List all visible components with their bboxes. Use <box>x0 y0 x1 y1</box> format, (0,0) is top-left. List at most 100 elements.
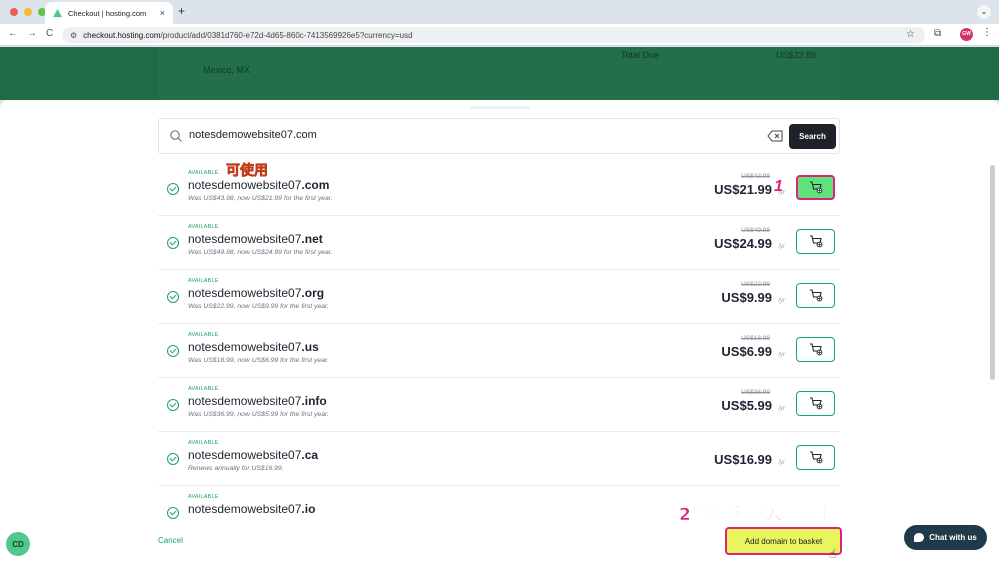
available-check-icon <box>167 237 179 249</box>
price-period: /yr <box>778 460 785 466</box>
cancel-link[interactable]: Cancel <box>158 536 183 545</box>
add-to-cart-button[interactable] <box>796 229 835 254</box>
domain-name: notesdemowebsite07.info <box>188 394 327 408</box>
domain-search-input[interactable] <box>189 129 749 141</box>
price-note: Was US$18.99, now US$6.99 for the first … <box>188 357 329 364</box>
availability-status: AVAILABLE <box>188 224 219 230</box>
add-to-cart-button[interactable] <box>796 175 835 200</box>
site-settings-icon[interactable]: ⚙ <box>70 31 77 40</box>
current-price: US$21.99 <box>714 182 772 197</box>
forward-icon[interactable]: → <box>27 28 37 39</box>
available-check-icon <box>167 453 179 465</box>
clear-input-icon[interactable] <box>767 130 783 142</box>
domain-name: notesdemowebsite07.org <box>188 286 325 300</box>
old-price: US$49.98 <box>741 227 770 234</box>
domain-result-row: AVAILABLE notesdemowebsite07.us Was US$1… <box>158 324 840 378</box>
window-controls <box>10 8 46 16</box>
extensions-icon[interactable]: ⧉ <box>934 28 941 39</box>
current-price: US$9.99 <box>721 290 772 305</box>
price-period: /yr <box>778 352 785 358</box>
price-period: /yr <box>778 244 785 250</box>
price-note: Was US$43.98, now US$21.99 for the first… <box>188 195 333 202</box>
step1-annotation: 1 <box>774 178 783 195</box>
add-to-cart-button[interactable] <box>796 391 835 416</box>
price-note: Was US$22.99, now US$9.99 for the first … <box>188 303 329 310</box>
cart-add-icon <box>809 343 822 356</box>
availability-status: AVAILABLE <box>188 170 219 176</box>
background-card <box>158 47 840 100</box>
add-domain-to-basket-button[interactable]: Add domain to basket <box>725 527 842 555</box>
availability-status: AVAILABLE <box>188 494 219 500</box>
modal-footer <box>0 525 999 562</box>
tab-title: Checkout | hosting.com <box>68 8 147 18</box>
availability-status: AVAILABLE <box>188 278 219 284</box>
price-period: /yr <box>778 406 785 412</box>
modal-drag-handle[interactable] <box>470 106 530 109</box>
available-annotation: 可使用 <box>226 163 269 180</box>
cart-add-icon <box>809 397 822 410</box>
url-path: /product/add/0381d760-e72d-4d65-860c-741… <box>160 30 413 40</box>
chat-label: Chat with us <box>929 533 977 542</box>
browser-tab-bar: Checkout | hosting.com × + ⌄ <box>0 0 999 24</box>
bookmark-star-icon[interactable]: ☆ <box>906 29 915 40</box>
profile-avatar[interactable]: GW <box>960 28 973 41</box>
domain-result-row: AVAILABLE notesdemowebsite07.info Was US… <box>158 378 840 432</box>
browser-toolbar: ← → C ⚙ checkout.hosting.com/product/add… <box>0 24 999 46</box>
price-note: Renews annually for US$16.99. <box>188 465 284 472</box>
chat-bubble-icon <box>914 533 925 542</box>
background-page: Mexico, MX Total Due US$23.89 <box>0 47 999 100</box>
search-icon <box>170 130 182 142</box>
modal-scrollbar[interactable] <box>990 165 995 380</box>
reload-icon[interactable]: C <box>46 28 53 39</box>
current-price: US$5.99 <box>721 398 772 413</box>
available-check-icon <box>167 345 179 357</box>
availability-status: AVAILABLE <box>188 386 219 392</box>
available-check-icon <box>167 291 179 303</box>
availability-status: AVAILABLE <box>188 440 219 446</box>
bg-total-due-label: Total Due <box>621 50 660 60</box>
domain-result-row: AVAILABLE notesdemowebsite07.org Was US$… <box>158 270 840 324</box>
domain-name: notesdemowebsite07.ca <box>188 448 319 462</box>
address-bar[interactable]: ⚙ checkout.hosting.com/product/add/0381d… <box>62 27 925 43</box>
browser-tab[interactable]: Checkout | hosting.com × <box>45 2 173 24</box>
chat-with-us-button[interactable]: Chat with us <box>904 525 987 550</box>
old-price: US$18.99 <box>741 335 770 342</box>
tab-search-button[interactable]: ⌄ <box>977 5 991 19</box>
close-window-button[interactable] <box>10 8 18 16</box>
available-check-icon <box>167 507 179 519</box>
step2-annotation: 2 將域名加入購物車 <box>679 505 833 526</box>
minimize-window-button[interactable] <box>24 8 32 16</box>
add-to-cart-button[interactable] <box>796 445 835 470</box>
domain-result-row: AVAILABLE notesdemowebsite07.ca Renews a… <box>158 432 840 486</box>
tab-close-icon[interactable]: × <box>160 8 165 18</box>
current-price: US$16.99 <box>714 452 772 467</box>
cart-add-icon <box>809 451 822 464</box>
old-price: US$22.99 <box>741 281 770 288</box>
price-note: Was US$49.98, now US$24.99 for the first… <box>188 249 333 256</box>
price-period: /yr <box>778 298 785 304</box>
old-price: US$36.99 <box>741 389 770 396</box>
assistant-badge[interactable]: CD <box>6 532 30 556</box>
domain-name: notesdemowebsite07.com <box>188 178 330 192</box>
hand-cursor-icon: ☝ <box>829 547 837 561</box>
available-check-icon <box>167 183 179 195</box>
url-host: checkout.hosting.com <box>83 30 161 40</box>
bg-total-due-value: US$23.89 <box>776 50 817 60</box>
cart-add-icon <box>809 289 822 302</box>
cart-add-icon <box>809 235 822 248</box>
current-price: US$6.99 <box>721 344 772 359</box>
back-icon[interactable]: ← <box>8 28 18 39</box>
price-note: Was US$36.99, now US$5.99 for the first … <box>188 411 329 418</box>
search-button[interactable]: Search <box>789 124 836 149</box>
new-tab-button[interactable]: + <box>178 4 185 18</box>
browser-menu-icon[interactable]: ⋮ <box>982 27 992 38</box>
available-check-icon <box>167 399 179 411</box>
add-to-cart-button[interactable] <box>796 337 835 362</box>
current-price: US$24.99 <box>714 236 772 251</box>
domain-name: notesdemowebsite07.net <box>188 232 323 246</box>
old-price: US$43.98 <box>741 173 770 180</box>
bg-location: Mexico, MX <box>203 65 251 75</box>
add-to-cart-button[interactable] <box>796 283 835 308</box>
domain-result-row: AVAILABLE notesdemowebsite07.net Was US$… <box>158 216 840 270</box>
hosting-favicon-icon <box>53 8 62 17</box>
